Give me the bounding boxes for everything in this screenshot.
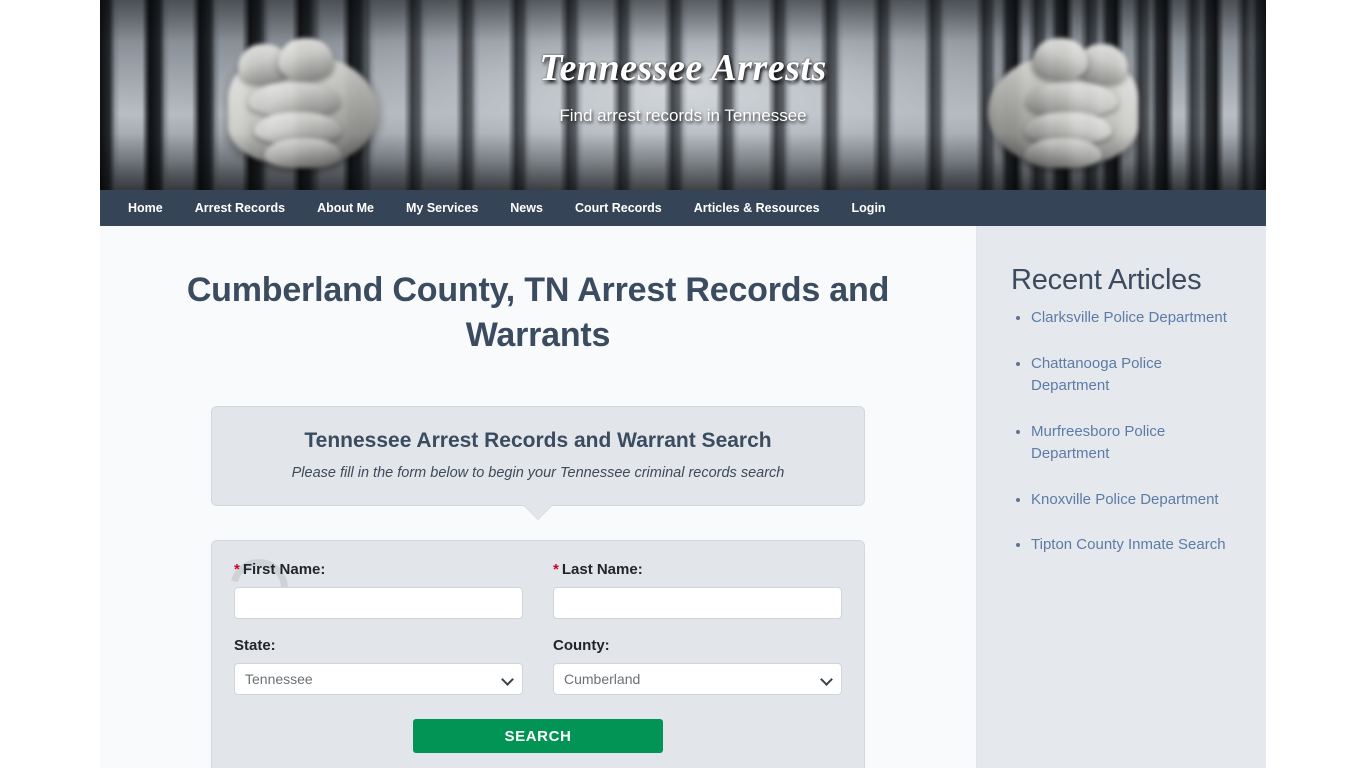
county-select[interactable]: Cumberland [553,662,842,695]
nav-item-news[interactable]: News [494,190,559,226]
list-item: Knoxville Police Department [1031,489,1244,512]
nav-item-home[interactable]: Home [112,190,179,226]
list-item: Tipton County Inmate Search [1031,534,1244,557]
arrest-records-search-form: * First Name: * Last Name: State: Tennes… [211,539,865,768]
main-navigation: Home Arrest Records About Me My Services New… [100,190,1266,226]
form-row-names: * First Name: * Last Name: [234,561,842,619]
list-item: Clarksville Police Department [1031,307,1244,330]
article-link[interactable]: Murfreesboro Police Department [1031,423,1165,463]
last-name-label-text: Last Name: [561,560,643,578]
county-label: County: [553,636,610,654]
nav-item-arrest-records[interactable]: Arrest Records [179,190,301,226]
recent-articles-list: Clarksville Police Department Chattanooga… [1011,307,1244,557]
first-name-input[interactable] [234,586,523,619]
article-link[interactable]: Chattanooga Police Department [1031,355,1162,395]
site-tagline: Find arrest records in Tennessee [559,106,807,125]
search-button-row: SEARCH [234,718,842,753]
page-root: Tennessee Arrests Find arrest records in… [0,0,1366,768]
nav-item-about-me[interactable]: About Me [301,190,390,226]
page-title: Cumberland County, TN Arrest Records and… [186,271,890,354]
county-field-group: County: Cumberland [553,637,842,695]
first-name-label-text: First Name: [242,560,326,578]
first-name-label: * First Name: [234,561,523,578]
article-link[interactable]: Knoxville Police Department [1031,491,1219,508]
last-name-label: * Last Name: [553,561,842,578]
callout-title: Tennessee Arrest Records and Warrant Sea… [304,428,772,452]
nav-item-court-records[interactable]: Court Records [559,190,678,226]
required-marker: * [234,560,240,578]
navigation-list: Home Arrest Records About Me My Services New… [100,190,1266,226]
site-branding: Tennessee Arrests Find arrest records in… [100,46,1266,126]
callout-subtitle: Please fill in the form below to begin y… [291,464,785,481]
state-field-group: State: Tennessee [234,637,523,695]
nav-item-login[interactable]: Login [836,190,902,226]
article-link[interactable]: Tipton County Inmate Search [1031,536,1226,553]
list-item: Chattanooga Police Department [1031,353,1244,398]
last-name-field-group: * Last Name: [553,561,842,619]
state-label: State: [234,636,276,654]
list-item: Murfreesboro Police Department [1031,421,1244,466]
main-content: Cumberland County, TN Arrest Records and… [100,226,977,768]
site-header-banner: Tennessee Arrests Find arrest records in… [100,0,1266,190]
form-row-location: State: Tennessee County: Cumberland [234,637,842,695]
search-callout: Tennessee Arrest Records and Warrant Sea… [211,405,865,520]
nav-item-articles-resources[interactable]: Articles & Resources [678,190,836,226]
sidebar: Recent Articles Clarksville Police Depar… [977,226,1266,768]
county-select-wrapper: Cumberland [553,662,842,695]
search-button[interactable]: SEARCH [413,718,663,753]
site-title: Tennessee Arrests [539,47,827,89]
article-link[interactable]: Clarksville Police Department [1031,309,1227,326]
recent-articles-heading: Recent Articles [1011,264,1202,296]
state-select[interactable]: Tennessee [234,662,523,695]
required-marker: * [553,560,559,578]
last-name-input[interactable] [553,586,842,619]
state-select-wrapper: Tennessee [234,662,523,695]
content-wrapper: Cumberland County, TN Arrest Records and… [100,226,1266,768]
first-name-field-group: * First Name: [234,561,523,619]
nav-item-my-services[interactable]: My Services [390,190,494,226]
